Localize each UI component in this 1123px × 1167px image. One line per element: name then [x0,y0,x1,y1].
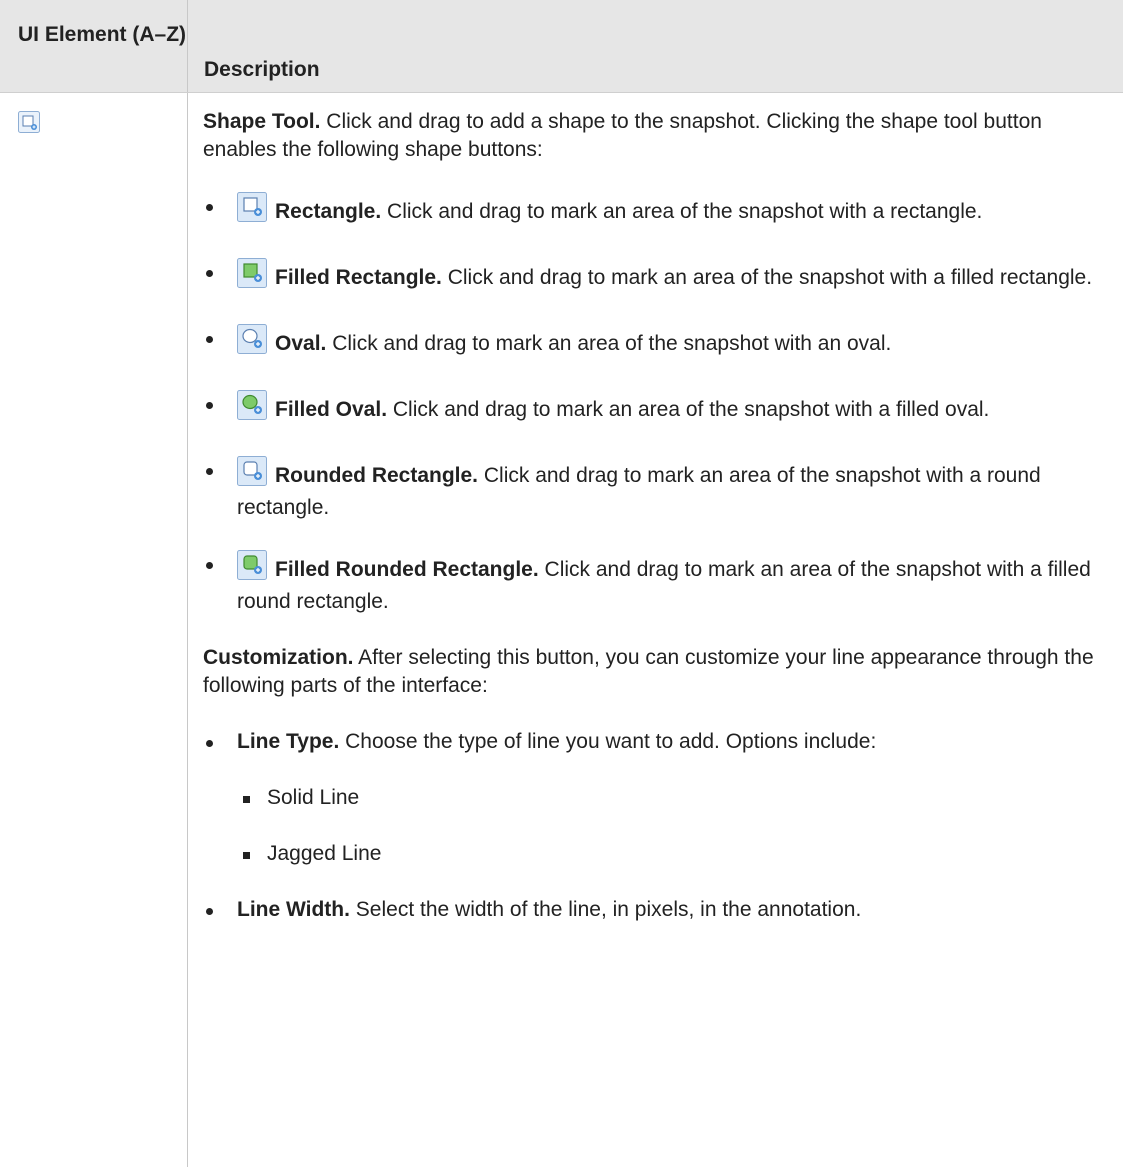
shape-desc: Click and drag to mark an area of the sn… [441,266,1093,289]
shape-name: Oval. [275,332,327,355]
ui-element-cell [0,93,188,1167]
bullet-dot [206,468,213,475]
list-item: Oval. Click and drag to mark an area of … [203,324,1095,362]
list-item: Line Type. Choose the type of line you w… [203,728,1095,756]
shape-desc: Click and drag to mark an area of the sn… [387,398,990,421]
rectangle-icon [237,192,267,230]
bullet-dot [206,562,213,569]
ui-element-table: UI Element (A–Z) Description Shape Tool.… [0,0,1123,1167]
shape-tool-intro: Click and drag to add a shape to the sna… [203,110,1042,161]
bullet-dot [206,402,213,409]
shape-name: Filled Oval. [275,398,388,421]
bullet-square [243,796,250,803]
shape-tool-icon [18,111,40,133]
table-header: UI Element (A–Z) Description [0,0,1123,93]
option-desc: Select the width of the line, in pixels,… [349,898,862,921]
bullet-square [243,852,250,859]
bullet-dot [206,740,213,747]
option-desc: Choose the type of line you want to add.… [339,730,877,753]
option-name: Line Width. [237,898,350,921]
shape-tool-title: Shape Tool. [203,110,321,133]
filled-rounded-rectangle-icon [237,550,267,588]
list-item: Filled Rectangle. Click and drag to mark… [203,258,1095,296]
bullet-dot [206,204,213,211]
shape-desc: Click and drag to mark an area of the sn… [326,332,892,355]
list-item: Rounded Rectangle. Click and drag to mar… [203,456,1095,522]
header-ui-element: UI Element (A–Z) [0,0,188,92]
option-name: Line Type. [237,730,340,753]
shape-desc: Click and drag to mark an area of the sn… [381,200,983,223]
sub-list-item: Jagged Line [203,840,1095,868]
shape-name: Filled Rectangle. [275,266,442,289]
customization-description: Customization. After selecting this butt… [203,644,1095,700]
filled-oval-icon [237,390,267,428]
line-type-option: Jagged Line [267,842,382,865]
shape-name: Filled Rounded Rectangle. [275,558,539,581]
list-item: Line Width. Select the width of the line… [203,896,1095,924]
shape-tool-description: Shape Tool. Click and drag to add a shap… [203,108,1095,164]
header-description: Description [204,58,320,81]
list-item: Filled Oval. Click and drag to mark an a… [203,390,1095,428]
customization-title: Customization. [203,646,354,669]
list-item: Filled Rounded Rectangle. Click and drag… [203,550,1095,616]
bullet-dot [206,270,213,277]
shape-name: Rounded Rectangle. [275,464,479,487]
list-item: Rectangle. Click and drag to mark an are… [203,192,1095,230]
line-type-option: Solid Line [267,786,360,809]
filled-rectangle-icon [237,258,267,296]
shape-name: Rectangle. [275,200,382,223]
rounded-rectangle-icon [237,456,267,494]
sub-list-item: Solid Line [203,784,1095,812]
table-row: Shape Tool. Click and drag to add a shap… [0,93,1123,1167]
bullet-dot [206,908,213,915]
oval-icon [237,324,267,362]
bullet-dot [206,336,213,343]
description-cell: Shape Tool. Click and drag to add a shap… [188,93,1123,1167]
